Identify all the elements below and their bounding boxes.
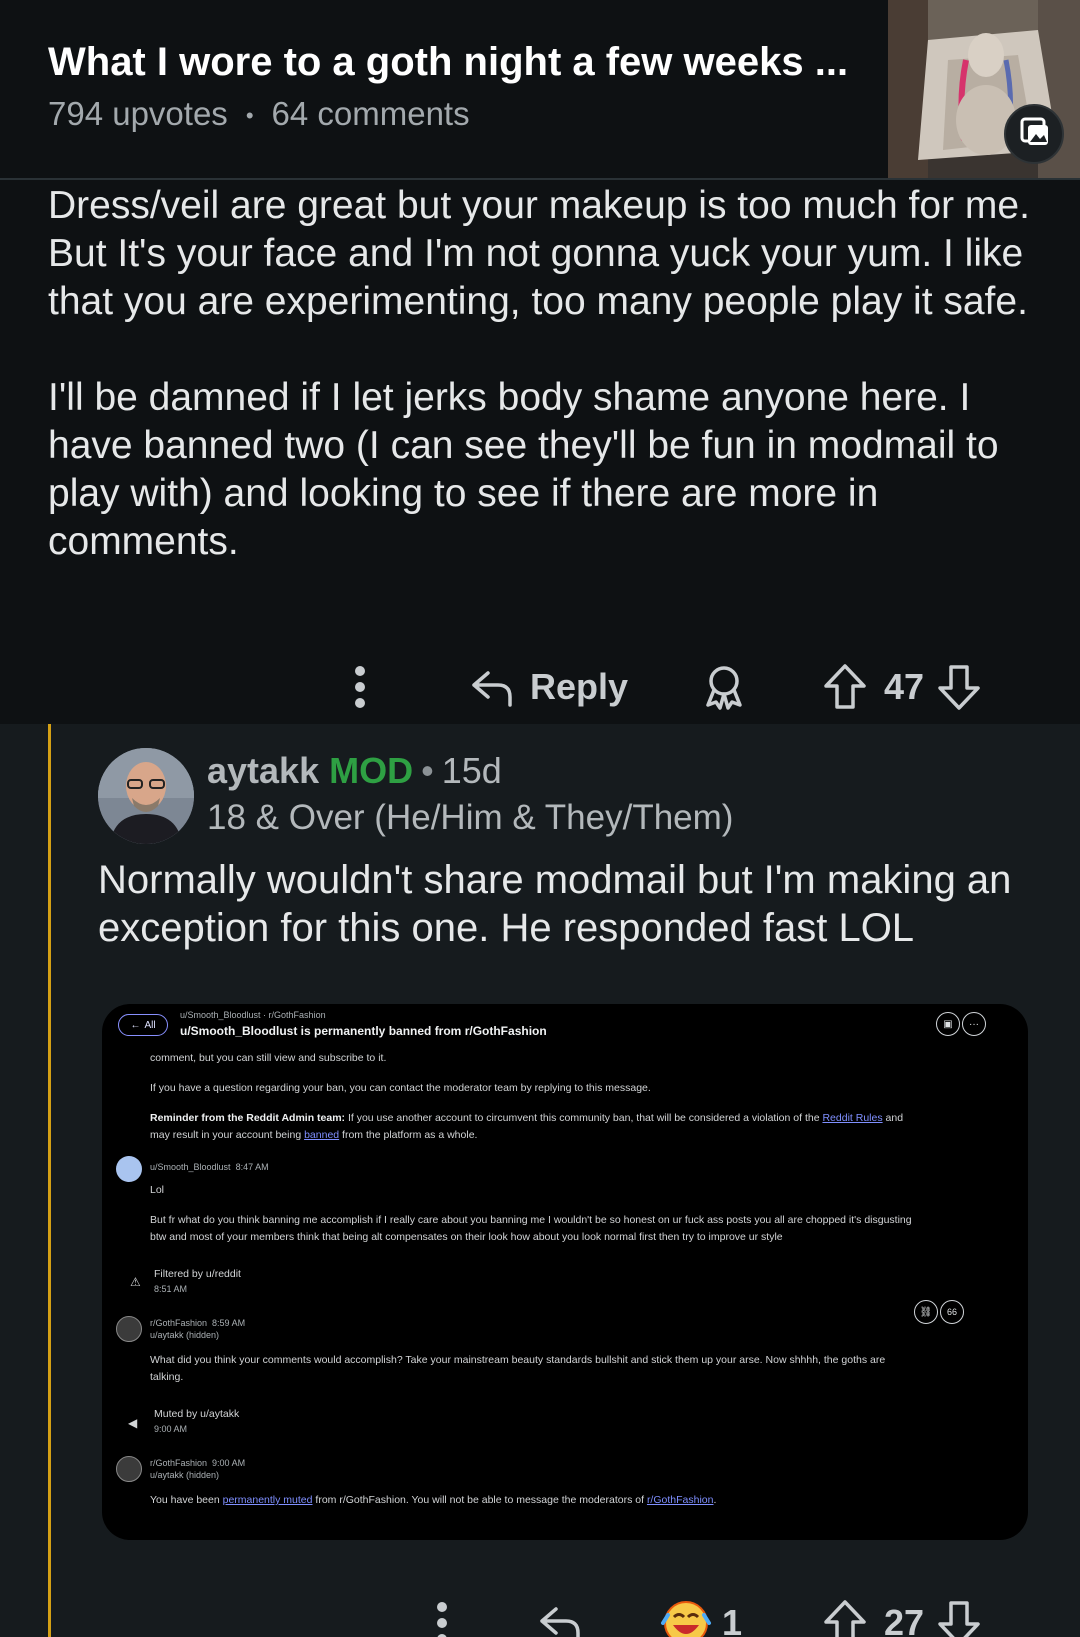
modmail-line: comment, but you can still view and subs…: [150, 1052, 387, 1064]
message-meta: u/Smooth_Bloodlust 8:47 AM: [150, 1162, 269, 1172]
author-separator: •: [421, 750, 434, 791]
author-username[interactable]: aytakk: [207, 750, 319, 791]
parent-comment: Dress/veil are great but your makeup is …: [0, 182, 1080, 724]
laughing-award-icon: [661, 1601, 711, 1637]
comment-paragraph: I'll be damned if I let jerks body shame…: [48, 376, 999, 563]
quote-button: 66: [940, 1300, 964, 1324]
avatar[interactable]: [98, 748, 194, 844]
reply-icon: [540, 1607, 580, 1637]
award-button[interactable]: [700, 652, 748, 722]
filtered-label: Filtered by u/reddit: [154, 1268, 241, 1280]
thread-line[interactable]: [48, 724, 51, 1637]
post-header[interactable]: What I wore to a goth night a few weeks …: [0, 0, 1080, 180]
comment-paragraph: Dress/veil are great but your makeup is …: [48, 184, 1030, 323]
upvote-icon[interactable]: [822, 1598, 868, 1637]
mod-badge: MOD: [329, 750, 414, 791]
vote-controls: 47: [822, 652, 982, 722]
post-meta: 794 upvotes • 64 comments: [48, 95, 470, 133]
comment-age: 15d: [441, 750, 502, 791]
message-author: u/aytakk (hidden): [150, 1470, 220, 1480]
more-options-button[interactable]: [434, 1588, 450, 1637]
reply-label: Reply: [530, 666, 629, 707]
reply-action-bar: 1 27: [0, 1588, 1080, 1637]
modmail-line: If you have a question regarding your ba…: [150, 1082, 651, 1094]
award-count: 1: [722, 1602, 743, 1637]
muted-time: 9:00 AM: [154, 1424, 188, 1434]
more-icon: [355, 666, 365, 708]
back-all-button: ← All: [118, 1014, 168, 1036]
muted-label: Muted by u/aytakk: [154, 1408, 240, 1420]
meta-separator: •: [245, 103, 254, 129]
post-thumbnail[interactable]: [888, 0, 1080, 178]
message-text: Lol: [150, 1184, 165, 1196]
upvote-icon[interactable]: [822, 662, 868, 712]
downvote-icon[interactable]: [936, 662, 982, 712]
avatar: [116, 1316, 142, 1342]
award-icon: [706, 666, 742, 710]
message-text: btw and most of your members think that …: [150, 1231, 783, 1243]
modmail-subject: u/Smooth_Bloodlust is permanently banned…: [180, 1024, 547, 1038]
comment-author-line: aytakk MOD • 15d: [207, 750, 502, 792]
user-flair: 18 & Over (He/Him & They/Them): [207, 798, 734, 837]
modmail-reminder-cont: may result in your account being banned …: [150, 1129, 478, 1141]
modmail-screenshot[interactable]: ← All u/Smooth_Bloodlust · r/GothFashion …: [102, 1004, 1028, 1540]
reply-comment: aytakk MOD • 15d 18 & Over (He/Him & They/T…: [0, 724, 1080, 1637]
avatar: [116, 1456, 142, 1482]
message-author: u/aytakk (hidden): [150, 1330, 220, 1340]
reply-icon: [472, 671, 512, 707]
upvote-count: 794 upvotes: [48, 95, 228, 132]
downvote-icon[interactable]: [936, 1598, 982, 1637]
vote-controls: 27: [822, 1588, 982, 1637]
modmail-breadcrumb: u/Smooth_Bloodlust · r/GothFashion: [180, 1010, 326, 1020]
message-text: talking.: [150, 1371, 184, 1383]
message-text: You have been permanently muted from r/G…: [150, 1494, 717, 1506]
more-icon: [437, 1602, 447, 1637]
modmail-reminder: Reminder from the Reddit Admin team: If …: [150, 1112, 904, 1124]
award-display[interactable]: 1: [660, 1588, 742, 1637]
back-arrow-icon: ←: [130, 1019, 141, 1031]
more-icon: ···: [962, 1012, 986, 1036]
post-title[interactable]: What I wore to a goth night a few weeks …: [48, 40, 848, 85]
message-text: What did you think your comments would a…: [150, 1354, 886, 1366]
vote-score: 47: [884, 666, 925, 707]
message-meta: r/GothFashion 9:00 AM: [150, 1458, 246, 1468]
parent-comment-body: Dress/veil are great but your makeup is …: [48, 182, 1048, 614]
link-icon: ⛓: [914, 1300, 938, 1324]
reply-button[interactable]: [536, 1588, 584, 1637]
mute-icon: ◀: [128, 1416, 138, 1430]
gallery-icon: [1004, 104, 1064, 164]
vote-score: 27: [884, 1602, 925, 1637]
message-text: But fr what do you think banning me acco…: [150, 1214, 912, 1226]
reply-button[interactable]: Reply: [468, 652, 628, 722]
reply-comment-body: Normally wouldn't share modmail but I'm …: [98, 858, 1012, 950]
warning-icon: ⚠: [130, 1275, 141, 1289]
message-meta: r/GothFashion 8:59 AM: [150, 1318, 246, 1328]
comment-count: 64 comments: [271, 95, 470, 132]
filtered-time: 8:51 AM: [154, 1284, 188, 1294]
parent-action-bar: Reply 47: [0, 652, 1080, 722]
more-options-button[interactable]: [352, 652, 368, 722]
avatar: [116, 1156, 142, 1182]
archive-icon: ▣: [936, 1012, 960, 1036]
